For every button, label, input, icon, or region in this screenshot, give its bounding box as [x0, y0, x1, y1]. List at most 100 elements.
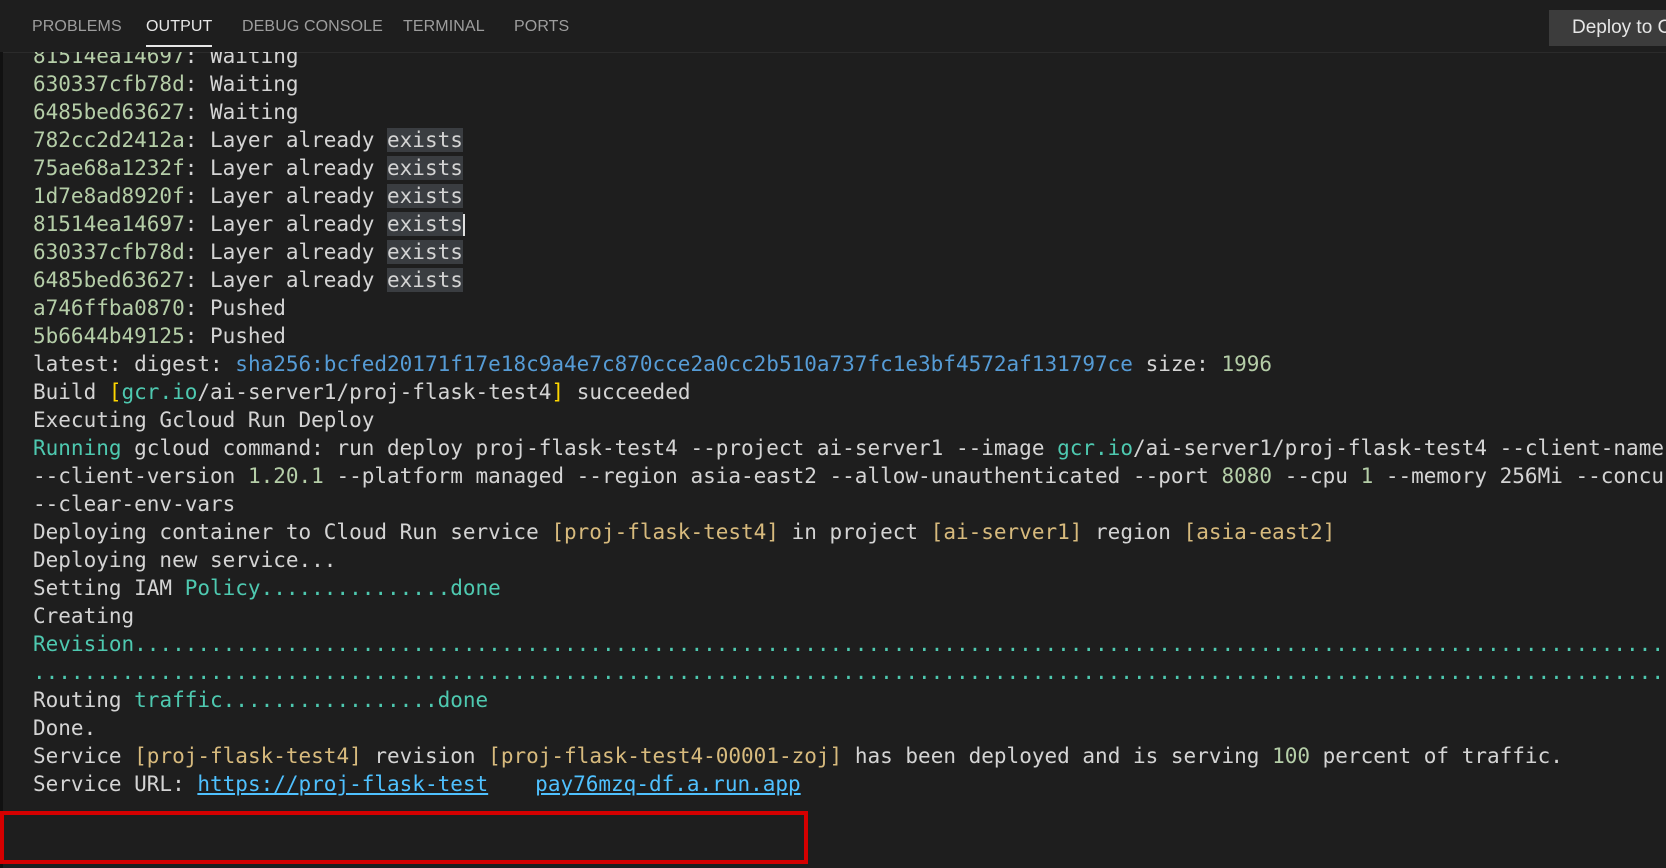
search-highlight: exists [387, 240, 463, 264]
log-line: Setting IAM Policy...............done [33, 574, 501, 602]
log-text: Creating [33, 604, 135, 628]
layer-hash: 1d7e8ad8920f [33, 184, 185, 208]
log-text: Deploying new service... [33, 548, 337, 572]
log-line: 81514ea14697: Layer already exists [33, 210, 465, 238]
panel-tab-bar: PROBLEMS OUTPUT DEBUG CONSOLE TERMINAL P… [0, 0, 1666, 53]
log-text: : Layer already [184, 156, 388, 180]
log-text: /ai-server1/proj-flask-test4 --client-na… [1132, 436, 1664, 460]
log-text: in project [778, 520, 931, 544]
tab-debug-console[interactable]: DEBUG CONSOLE [242, 0, 383, 52]
layer-hash: 81514ea14697 [33, 212, 185, 236]
log-text: has been deployed and is serving [842, 744, 1273, 768]
log-text: --memory 256Mi --concurrency 8 [1385, 464, 1666, 488]
layer-hash: 6485bed63627 [33, 100, 185, 124]
log-line: ........................................… [33, 658, 1666, 686]
log-text: : Waiting [184, 52, 299, 68]
log-text: /ai-server1/proj-flask-test4 [197, 380, 552, 404]
log-line: --clear-env-vars [33, 490, 235, 518]
bracket: [ [108, 380, 122, 404]
log-text: percent of traffic. [1310, 744, 1563, 768]
log-line: 81514ea14697: Waiting [33, 52, 299, 70]
service-url-link[interactable]: pay76mzq-df.a.run.app [535, 772, 801, 796]
log-line: Revision................................… [33, 630, 1666, 658]
log-text: gcloud command: run deploy proj-flask-te… [121, 436, 1058, 460]
log-line: a746ffba0870: Pushed [33, 294, 286, 322]
log-line: latest: digest: sha256:bcfed20171f17e18c… [33, 350, 1272, 378]
tab-ports[interactable]: PORTS [514, 0, 569, 52]
log-line: 630337cfb78d: Layer already exists [33, 238, 463, 266]
log-text: Deploying container to Cloud Run service [33, 520, 552, 544]
region-name: [asia-east2] [1183, 520, 1336, 544]
output-log[interactable]: 81514ea14697: Waiting 630337cfb78d: Wait… [0, 52, 1666, 868]
layer-hash: 81514ea14697 [33, 52, 185, 68]
log-text: --platform managed --region asia-east2 -… [323, 464, 1222, 488]
progress-text: traffic.................done [134, 688, 489, 712]
text-cursor [462, 214, 465, 236]
progress-text: ........................................… [33, 660, 1666, 684]
layer-hash: 6485bed63627 [33, 268, 185, 292]
log-line: Routing traffic.................done [33, 686, 488, 714]
tab-terminal[interactable]: TERMINAL [403, 0, 485, 52]
search-highlight: exists [387, 268, 463, 292]
log-text: : Pushed [184, 324, 286, 348]
tab-problems[interactable]: PROBLEMS [32, 0, 122, 52]
log-line: Service URL: https://proj-flask-test pay7… [33, 770, 801, 798]
registry-domain: gcr.io [121, 380, 198, 404]
log-text: Done. [33, 716, 97, 740]
highlight-annotation-box [0, 811, 808, 864]
deploy-button[interactable]: Deploy to C [1549, 10, 1666, 46]
log-text: : Layer already [184, 212, 388, 236]
tab-output[interactable]: OUTPUT [146, 0, 213, 52]
log-line: Build [gcr.io/ai-server1/proj-flask-test… [33, 378, 690, 406]
image-digest: sha256:bcfed20171f17e18c9a4e7c870cce2a0c… [235, 352, 1133, 376]
log-text: --client-version [33, 464, 248, 488]
log-line: 782cc2d2412a: Layer already exists [33, 126, 463, 154]
log-line: 6485bed63627: Layer already exists [33, 266, 463, 294]
cpu-count: 1 [1360, 464, 1374, 488]
log-text: : Layer already [184, 268, 388, 292]
log-line: 1d7e8ad8920f: Layer already exists [33, 182, 463, 210]
image-size: 1996 [1221, 352, 1273, 376]
service-name: [proj-flask-test4] [551, 520, 779, 544]
search-highlight: exists [387, 212, 463, 236]
registry-domain: gcr.io [1057, 436, 1133, 460]
log-line: Deploying new service... [33, 546, 336, 574]
log-text: : Waiting [184, 72, 299, 96]
log-line: 5b6644b49125: Pushed [33, 322, 286, 350]
log-line: 75ae68a1232f: Layer already exists [33, 154, 463, 182]
log-text: --clear-env-vars [33, 492, 236, 516]
layer-hash: 630337cfb78d [33, 240, 185, 264]
log-text: : Waiting [184, 100, 299, 124]
log-text: latest: digest: [33, 352, 236, 376]
log-text: : Layer already [184, 240, 388, 264]
log-text: : Layer already [184, 128, 388, 152]
layer-hash: 630337cfb78d [33, 72, 185, 96]
client-version: 1.20.1 [247, 464, 324, 488]
log-text: : Layer already [184, 184, 388, 208]
log-text: : Pushed [184, 296, 286, 320]
layer-hash: 782cc2d2412a [33, 128, 185, 152]
log-text: region [1082, 520, 1184, 544]
progress-text: Policy...............done [184, 576, 501, 600]
service-name: [proj-flask-test4] [134, 744, 362, 768]
log-text: Routing [33, 688, 135, 712]
service-url-label: Service URL: [33, 772, 198, 796]
log-text: Executing Gcloud Run Deploy [33, 408, 375, 432]
log-text: succeeded [564, 380, 691, 404]
running-keyword: Running [33, 436, 122, 460]
progress-text: Revision................................… [33, 632, 1666, 656]
service-url-link[interactable]: https://proj-flask-test [197, 772, 488, 796]
log-line: 630337cfb78d: Waiting [33, 70, 299, 98]
log-text: size: [1132, 352, 1222, 376]
project-name: [ai-server1] [930, 520, 1083, 544]
revision-name: [proj-flask-test4-00001-zoj] [488, 744, 843, 768]
layer-hash: 5b6644b49125 [33, 324, 185, 348]
log-line: 6485bed63627: Waiting [33, 98, 299, 126]
traffic-percent: 100 [1272, 744, 1310, 768]
log-line: Done. [33, 714, 96, 742]
log-line: Creating [33, 602, 134, 630]
search-highlight: exists [387, 156, 463, 180]
search-highlight: exists [387, 128, 463, 152]
log-line: Executing Gcloud Run Deploy [33, 406, 374, 434]
log-text: Build [33, 380, 109, 404]
